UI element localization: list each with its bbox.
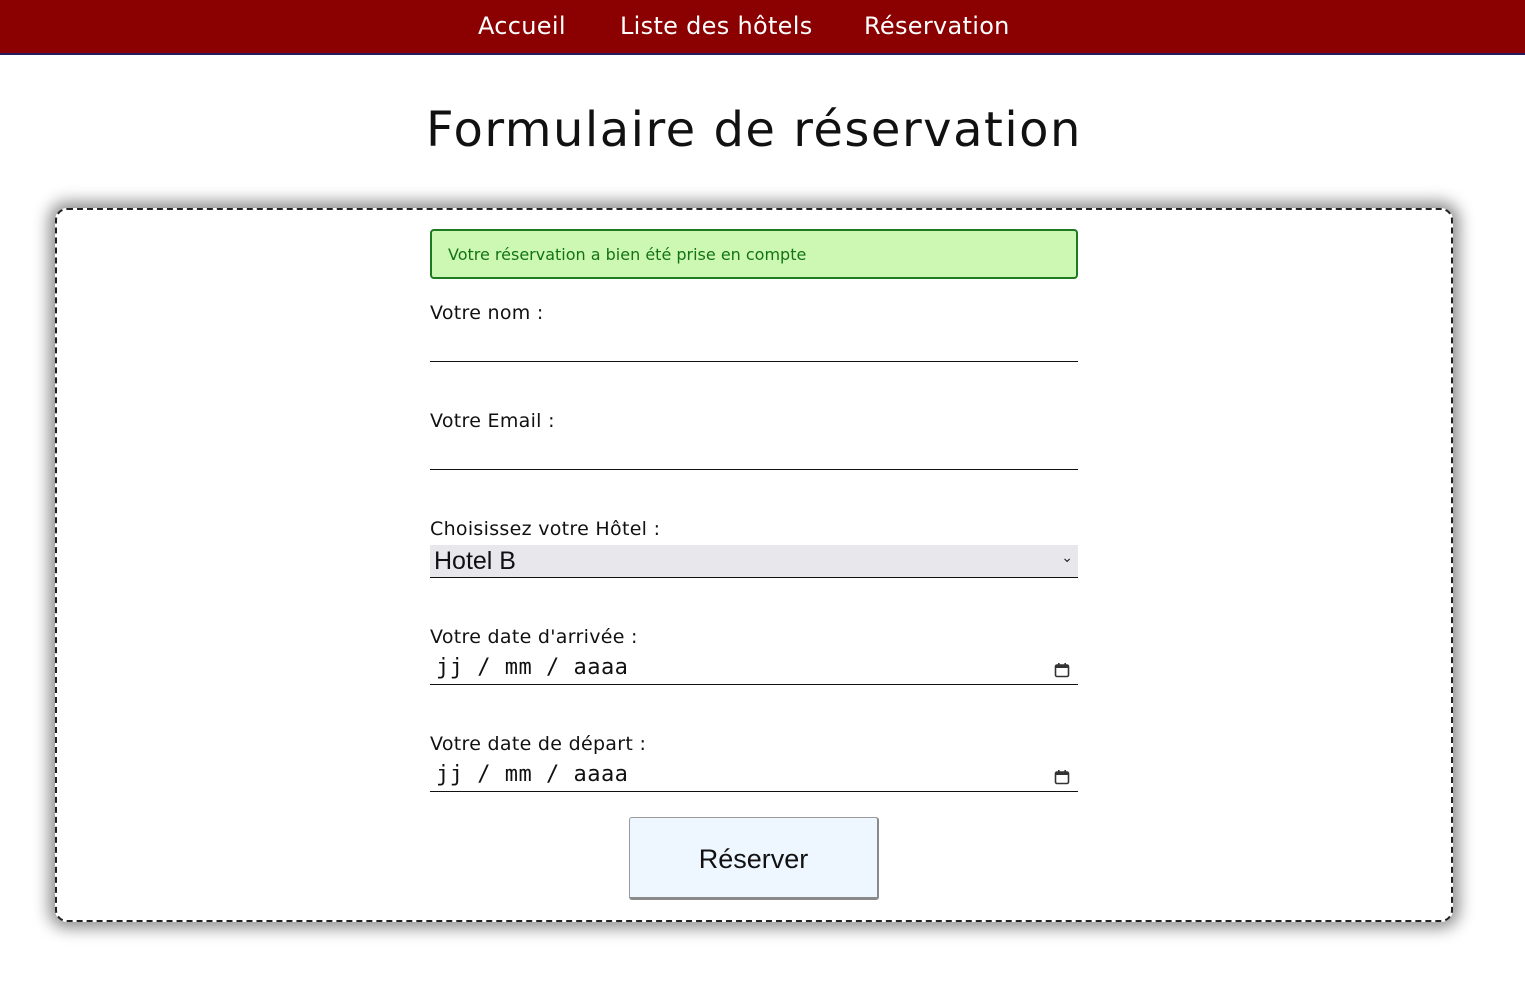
departure-date-placeholder: jj / mm / aaaa <box>436 762 629 787</box>
name-input[interactable] <box>430 328 1078 362</box>
chevron-down-icon: ⌄ <box>1061 550 1073 566</box>
departure-date-input[interactable]: jj / mm / aaaa <box>430 760 1078 792</box>
success-message: Votre réservation a bien été prise en co… <box>430 229 1078 279</box>
nav-link-reservation[interactable]: Réservation <box>864 12 1010 40</box>
arrival-date-input[interactable]: jj / mm / aaaa <box>430 653 1078 685</box>
reserve-button[interactable]: Réserver <box>629 817 879 900</box>
hotel-select[interactable]: Hotel B ⌄ <box>430 545 1078 578</box>
email-label: Votre Email : <box>430 410 555 432</box>
departure-date-label: Votre date de départ : <box>430 733 647 755</box>
calendar-icon[interactable] <box>1054 662 1070 678</box>
hotel-select-value: Hotel B <box>434 547 516 575</box>
arrival-date-label: Votre date d'arrivée : <box>430 626 638 648</box>
hotel-label: Choisissez votre Hôtel : <box>430 518 661 540</box>
top-navbar: Accueil Liste des hôtels Réservation <box>0 0 1525 55</box>
calendar-icon[interactable] <box>1054 769 1070 785</box>
email-input[interactable] <box>430 436 1078 470</box>
arrival-date-placeholder: jj / mm / aaaa <box>436 655 629 680</box>
page-title: Formulaire de réservation <box>426 102 1082 158</box>
nav-link-liste-hotels[interactable]: Liste des hôtels <box>620 12 813 40</box>
name-label: Votre nom : <box>430 302 544 324</box>
nav-link-accueil[interactable]: Accueil <box>478 12 566 40</box>
